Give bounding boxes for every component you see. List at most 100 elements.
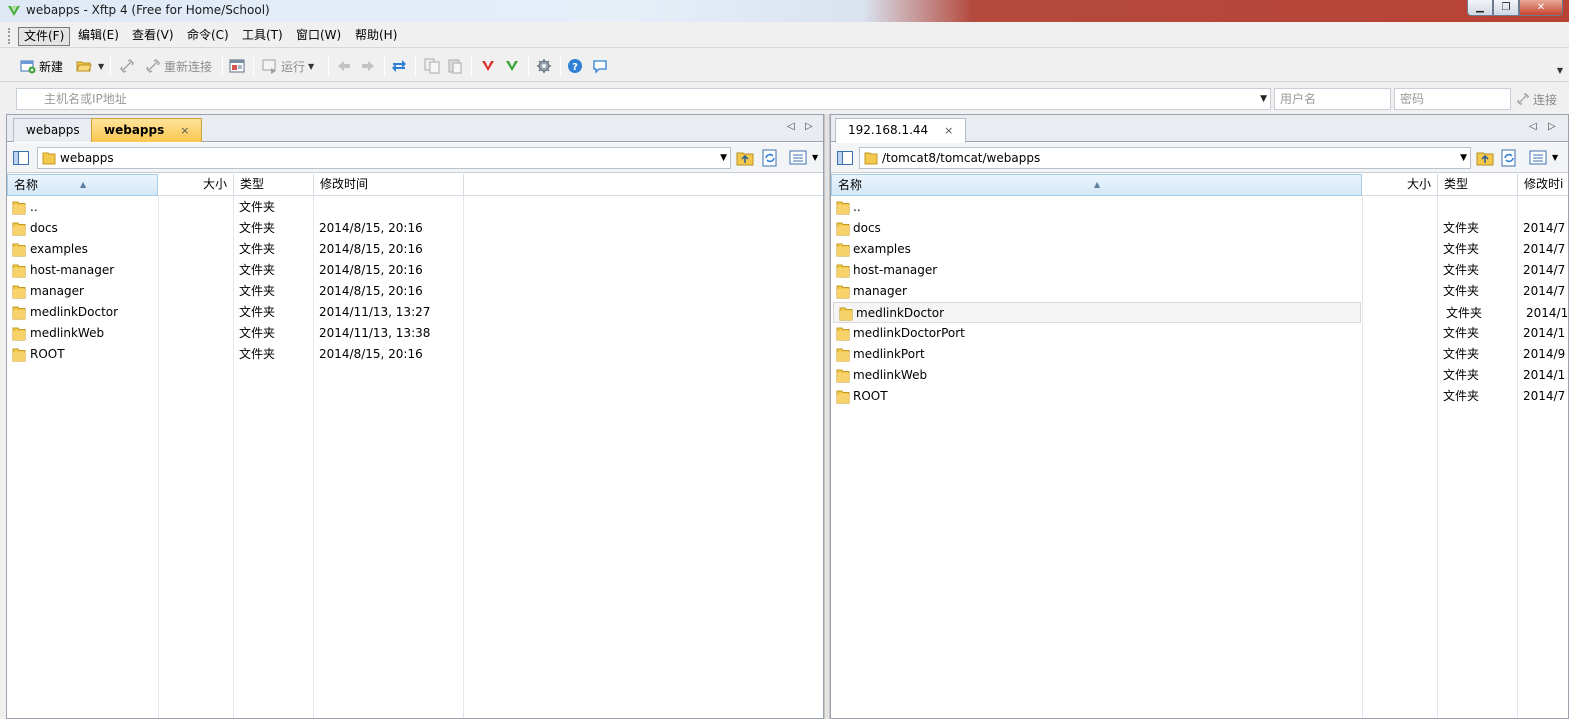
- forward-button[interactable]: [360, 56, 379, 76]
- menu-file[interactable]: 文件(F): [18, 27, 71, 46]
- tab-local-webapps[interactable]: webapps: [13, 118, 93, 142]
- minimize-button[interactable]: ▁: [1467, 0, 1493, 16]
- run-icon: [262, 59, 276, 74]
- parent-folder-icon[interactable]: [1476, 149, 1494, 167]
- table-row[interactable]: docs 文件夹 2014/8/15, 20:16: [7, 218, 823, 239]
- chevron-down-icon[interactable]: ▼: [1260, 89, 1267, 109]
- file-type-cell: 文件夹: [1443, 263, 1480, 277]
- column-name[interactable]: 名称 ▲: [831, 174, 1362, 196]
- tab-scroll-left-icon[interactable]: ◁: [1529, 121, 1537, 132]
- table-row[interactable]: medlinkDoctorPort 文件夹 2014/1: [831, 323, 1568, 344]
- open-session-button[interactable]: ▼: [76, 56, 104, 76]
- remote-path-input[interactable]: /tomcat8/tomcat/webapps ▼: [859, 147, 1471, 169]
- menu-edit[interactable]: 编辑(E): [73, 27, 124, 46]
- table-row[interactable]: medlinkWeb 文件夹 2014/11/13, 13:38: [7, 323, 823, 344]
- toolbar-separator: [528, 56, 529, 76]
- toolbar-separator: [560, 56, 561, 76]
- chevron-down-icon[interactable]: ▼: [1552, 153, 1558, 162]
- copy-button[interactable]: [424, 56, 443, 76]
- tab-local-webapps-active[interactable]: webapps ×: [91, 118, 203, 142]
- table-row[interactable]: medlinkPort 文件夹 2014/9: [831, 344, 1568, 365]
- username-input[interactable]: 用户名: [1274, 88, 1391, 110]
- refresh-icon[interactable]: [1500, 149, 1518, 167]
- menu-tools[interactable]: 工具(T): [237, 27, 288, 46]
- folder-tree-icon[interactable]: [13, 151, 29, 165]
- link-button[interactable]: [119, 56, 138, 76]
- file-type-cell: 文件夹: [1443, 389, 1480, 403]
- view-mode-icon[interactable]: [1529, 149, 1549, 167]
- chevron-down-icon[interactable]: ▼: [812, 153, 818, 162]
- connect-button[interactable]: 连接: [1516, 90, 1557, 108]
- new-session-button[interactable]: 新建: [20, 56, 63, 76]
- table-row[interactable]: host-manager 文件夹 2014/7: [831, 260, 1568, 281]
- chevron-down-icon[interactable]: ▼: [720, 148, 727, 168]
- chevron-down-icon[interactable]: ▼: [1460, 148, 1467, 168]
- column-modified[interactable]: 修改时间: [314, 174, 464, 196]
- column-name[interactable]: 名称 ▲: [7, 174, 158, 196]
- paste-button[interactable]: [447, 56, 466, 76]
- table-row[interactable]: docs 文件夹 2014/7: [831, 218, 1568, 239]
- refresh-icon[interactable]: [761, 149, 779, 167]
- folder-tree-icon[interactable]: [837, 151, 853, 165]
- menu-grip[interactable]: [8, 28, 12, 44]
- menu-command[interactable]: 命令(C): [182, 27, 234, 46]
- feedback-button[interactable]: [592, 56, 611, 76]
- table-row[interactable]: manager 文件夹 2014/8/15, 20:16: [7, 281, 823, 302]
- help-button[interactable]: ?: [567, 56, 586, 76]
- tab-remote-host[interactable]: 192.168.1.44 ×: [835, 118, 967, 143]
- file-name-cell: ..: [853, 200, 861, 214]
- properties-button[interactable]: [229, 56, 248, 76]
- view-mode-icon[interactable]: [789, 149, 809, 167]
- maximize-button[interactable]: ❐: [1493, 0, 1519, 16]
- password-input[interactable]: 密码: [1394, 88, 1511, 110]
- file-modified-cell: 2014/7: [1523, 263, 1566, 277]
- close-icon[interactable]: ×: [944, 124, 953, 137]
- table-row[interactable]: medlinkWeb 文件夹 2014/1: [831, 365, 1568, 386]
- tab-scroll-right-icon[interactable]: ▷: [1548, 121, 1556, 132]
- table-row[interactable]: host-manager 文件夹 2014/8/15, 20:16: [7, 260, 823, 281]
- table-row[interactable]: ..: [831, 197, 1568, 218]
- file-name-cell: host-manager: [853, 263, 938, 277]
- back-button[interactable]: [336, 56, 355, 76]
- table-row[interactable]: medlinkDoctor 文件夹 2014/1: [833, 302, 1568, 323]
- options-button[interactable]: [536, 56, 555, 76]
- toolbar-overflow-icon[interactable]: ▼: [1557, 66, 1563, 75]
- column-modified[interactable]: 修改时i: [1518, 174, 1569, 196]
- folder-icon: [42, 152, 56, 165]
- reconnect-icon: [146, 59, 160, 73]
- menu-window[interactable]: 窗口(W): [291, 27, 346, 46]
- column-size[interactable]: 大小: [158, 174, 234, 196]
- run-button[interactable]: 运行 ▼: [262, 56, 314, 76]
- column-type[interactable]: 类型: [1438, 174, 1518, 196]
- sync-button[interactable]: [391, 56, 410, 76]
- xftp-button[interactable]: [504, 56, 523, 76]
- table-row[interactable]: medlinkDoctor 文件夹 2014/11/13, 13:27: [7, 302, 823, 323]
- table-row[interactable]: examples 文件夹 2014/7: [831, 239, 1568, 260]
- file-name-cell: medlinkDoctorPort: [853, 326, 965, 340]
- local-path-input[interactable]: webapps ▼: [37, 147, 731, 169]
- table-row[interactable]: .. 文件夹: [7, 197, 823, 218]
- host-input[interactable]: 主机名或IP地址 ▼: [16, 88, 1271, 110]
- close-icon[interactable]: ×: [180, 124, 189, 137]
- close-window-button[interactable]: ✕: [1519, 0, 1563, 16]
- column-type[interactable]: 类型: [234, 174, 314, 196]
- local-tabstrip: webapps webapps × ◁ ▷: [7, 115, 823, 142]
- table-row[interactable]: ROOT 文件夹 2014/7: [831, 386, 1568, 407]
- table-row[interactable]: manager 文件夹 2014/7: [831, 281, 1568, 302]
- file-modified-cell: 2014/1: [1523, 326, 1566, 340]
- tab-label: 192.168.1.44: [848, 123, 929, 137]
- tab-scroll-right-icon[interactable]: ▷: [805, 121, 813, 132]
- parent-folder-icon[interactable]: [736, 149, 754, 167]
- menu-view[interactable]: 查看(V): [127, 27, 179, 46]
- column-size[interactable]: 大小: [1362, 174, 1438, 196]
- file-type-cell: 文件夹: [239, 200, 276, 214]
- title-bar: webapps - Xftp 4 (Free for Home/School) …: [0, 0, 1569, 22]
- tab-scroll-left-icon[interactable]: ◁: [787, 121, 795, 132]
- reconnect-button[interactable]: 重新连接: [145, 56, 212, 76]
- menu-help[interactable]: 帮助(H): [350, 27, 402, 46]
- help-icon: ?: [568, 59, 582, 73]
- xshell-button[interactable]: [480, 56, 499, 76]
- table-row[interactable]: ROOT 文件夹 2014/8/15, 20:16: [7, 344, 823, 365]
- table-row[interactable]: examples 文件夹 2014/8/15, 20:16: [7, 239, 823, 260]
- folder-icon: [836, 285, 850, 299]
